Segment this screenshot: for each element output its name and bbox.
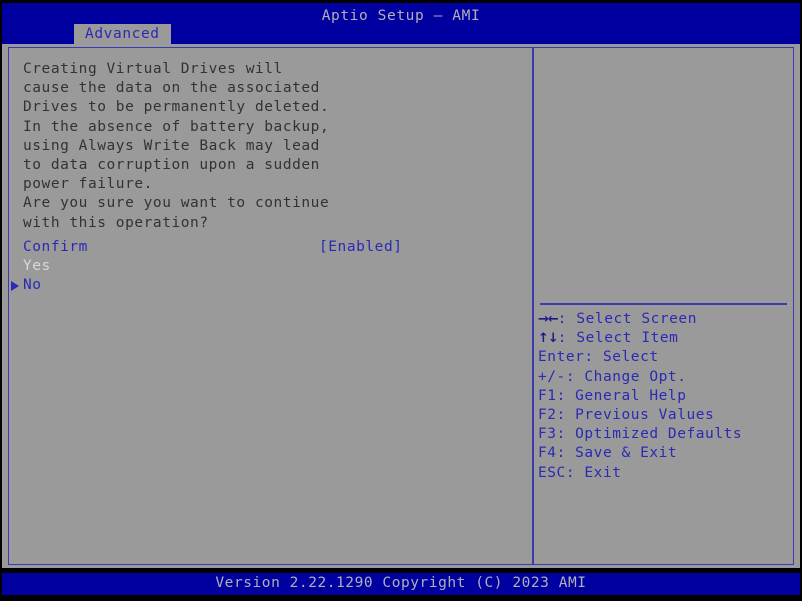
help-key: F4 [538, 445, 557, 462]
help-panel: →←: Select Screen ↑↓: Select Item Enter:… [533, 47, 794, 565]
tab-advanced[interactable]: Advanced [74, 24, 171, 44]
help-line: +/-: Change Opt. [538, 368, 790, 387]
help-line: ↑↓: Select Item [538, 329, 790, 348]
help-divider [540, 303, 787, 305]
option-value[interactable]: [Enabled] [319, 238, 403, 257]
help-line-text: : Previous Values [556, 407, 715, 424]
option-row-yes[interactable]: Yes [9, 257, 532, 276]
menu-tab-bar: Advanced [2, 24, 800, 44]
help-line: Enter: Select [538, 348, 790, 367]
warning-line: using Always Write Back may lead [23, 137, 320, 154]
help-line-text: : Optimized Defaults [556, 426, 743, 443]
help-line-text: : Save & Exit [556, 445, 678, 462]
option-label: Yes [23, 258, 51, 275]
option-row-confirm[interactable]: Confirm [Enabled] [9, 238, 532, 257]
settings-panel: Creating Virtual Drives will cause the d… [8, 47, 533, 565]
option-label: Confirm [23, 239, 88, 255]
help-key: +/- [538, 368, 566, 385]
help-line: →←: Select Screen [538, 310, 790, 329]
help-line-text: : Change Opt. [565, 368, 687, 385]
bios-setup-screen: Aptio Setup – AMI Advanced Creating Virt… [0, 0, 802, 601]
left-right-arrow-icon: →← [538, 312, 559, 327]
help-line: ESC: Exit [538, 464, 790, 483]
up-down-arrow-icon: ↑↓ [538, 331, 559, 347]
warning-line: Creating Virtual Drives will [23, 61, 283, 77]
warning-line: to data corruption upon a sudden [23, 157, 320, 174]
page-title: Aptio Setup – AMI [321, 8, 481, 24]
help-line-text: : General Help [556, 387, 687, 404]
help-line: F3: Optimized Defaults [538, 425, 790, 444]
help-key: F3 [538, 426, 557, 443]
help-key: Enter [538, 349, 585, 366]
warning-line: Drives to be permanently deleted. [23, 99, 330, 116]
status-bar: Version 2.22.1290 Copyright (C) 2023 AMI [2, 573, 800, 595]
help-line: F4: Save & Exit [538, 444, 790, 463]
warning-line: In the absence of battery backup, [23, 118, 330, 135]
selection-arrow-icon [11, 281, 19, 292]
help-line: F2: Previous Values [538, 406, 790, 425]
help-line-text: : Select Screen [557, 311, 697, 327]
help-line-text: : Select [584, 349, 659, 366]
help-line: F1: General Help [538, 387, 790, 406]
help-line-text: : Select Item [557, 330, 679, 347]
version-text: Version 2.22.1290 Copyright (C) 2023 AMI [215, 575, 587, 591]
help-key-list: →←: Select Screen ↑↓: Select Item Enter:… [538, 310, 790, 483]
main-frame: Creating Virtual Drives will cause the d… [2, 44, 800, 568]
help-key: F2 [538, 407, 557, 424]
option-row-no[interactable]: No [9, 276, 532, 295]
warning-message: Creating Virtual Drives will cause the d… [23, 60, 513, 233]
option-label: No [23, 277, 42, 294]
warning-line: with this operation? [23, 214, 209, 231]
options-list: Confirm [Enabled] Yes No [9, 238, 532, 296]
warning-line: Are you sure you want to continue [23, 195, 330, 212]
help-line-text: : Exit [565, 464, 622, 481]
warning-line: power failure. [23, 176, 153, 193]
warning-line: cause the data on the associated [23, 80, 320, 97]
help-key: F1 [538, 387, 557, 404]
help-key: ESC [538, 464, 566, 481]
